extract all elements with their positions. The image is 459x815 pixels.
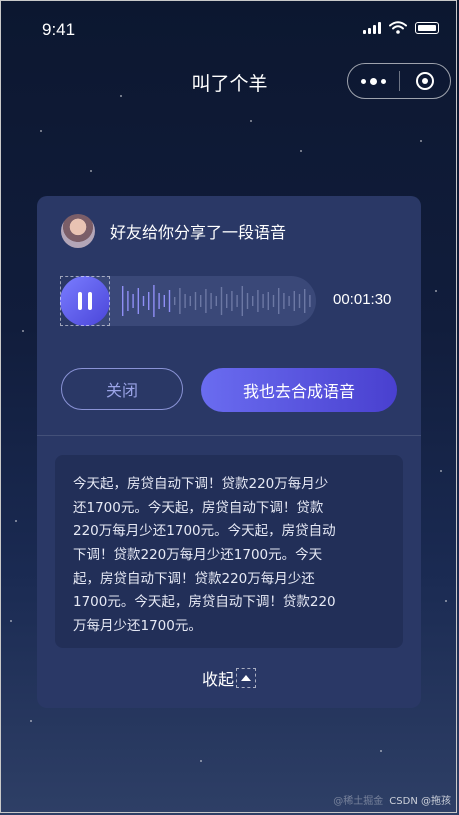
waveform-bar bbox=[205, 289, 207, 313]
transcript-box: 今天起，房贷自动下调！贷款220万每月少 还1700元。今天起，房贷自动下调！贷… bbox=[55, 455, 403, 648]
nav-bar: 叫了个羊 bbox=[0, 60, 459, 104]
transcript-line: 1700元。今天起，房贷自动下调！贷款220 bbox=[73, 594, 336, 611]
waveform-bar bbox=[309, 295, 311, 307]
audio-duration: 00:01:30 bbox=[333, 291, 392, 308]
waveform-bar bbox=[137, 288, 139, 314]
waveform-bar bbox=[122, 286, 124, 316]
waveform-bar bbox=[220, 287, 223, 315]
waveform-bar bbox=[267, 292, 269, 310]
audio-player[interactable] bbox=[60, 276, 316, 326]
waveform-bar bbox=[241, 286, 243, 316]
waveform-bar bbox=[262, 294, 264, 308]
waveform-bar bbox=[298, 294, 301, 308]
collapse-label: 收起 bbox=[201, 670, 234, 689]
signal-icon bbox=[363, 21, 381, 34]
waveform[interactable] bbox=[118, 276, 313, 326]
card-header: 好友给你分享了一段语音 bbox=[61, 214, 286, 248]
target-icon bbox=[415, 72, 434, 90]
waveform-bar bbox=[278, 288, 280, 314]
waveform-bar bbox=[168, 290, 171, 312]
close-button[interactable]: 关闭 bbox=[61, 368, 183, 410]
waveform-bar bbox=[153, 285, 155, 317]
waveform-bar bbox=[288, 296, 290, 306]
waveform-bar bbox=[272, 295, 275, 307]
waveform-bar bbox=[200, 295, 202, 307]
more-icon[interactable] bbox=[348, 77, 399, 85]
synthesize-voice-button[interactable]: 我也去合成语音 bbox=[201, 368, 397, 412]
transcript-line: 起，房贷自动下调！贷款220万每月少还 bbox=[73, 570, 315, 587]
watermark: @稀土掘金 CSDN @拖孩 bbox=[333, 792, 451, 807]
transcript-line: 万每月少还1700元。 bbox=[73, 618, 202, 635]
waveform-bar bbox=[179, 288, 181, 314]
collapse-button[interactable]: 收起 bbox=[37, 666, 421, 690]
waveform-bar bbox=[236, 295, 238, 307]
waveform-bar bbox=[304, 289, 306, 313]
voice-share-card: 好友给你分享了一段语音 00:01:30 关闭 我也去合成语音 今天起，房贷自动… bbox=[37, 196, 421, 708]
status-time: 9:41 bbox=[42, 20, 76, 39]
waveform-bar bbox=[163, 295, 165, 307]
transcript-line: 220万每月少还1700元。今天起，房贷自动 bbox=[73, 523, 336, 540]
exit-button[interactable] bbox=[399, 72, 450, 90]
waveform-bar bbox=[127, 291, 129, 311]
status-bar: 9:41 bbox=[0, 0, 459, 60]
divider bbox=[37, 435, 421, 436]
waveform-bar bbox=[184, 294, 186, 308]
avatar bbox=[61, 214, 95, 248]
battery-icon bbox=[415, 21, 439, 34]
waveform-bar bbox=[246, 293, 249, 309]
waveform-bar bbox=[148, 292, 150, 310]
waveform-bar bbox=[257, 290, 259, 312]
waveform-bar bbox=[210, 293, 212, 309]
transcript-line: 下调！贷款220万每月少还1700元。今天 bbox=[73, 547, 323, 564]
status-icons bbox=[363, 21, 439, 34]
watermark-main: CSDN @拖孩 bbox=[389, 796, 451, 807]
caret-up-icon bbox=[236, 668, 256, 688]
transcript-line: 今天起，房贷自动下调！贷款220万每月少 bbox=[73, 476, 329, 492]
focus-outline bbox=[60, 276, 110, 326]
waveform-bar bbox=[252, 296, 254, 306]
mini-program-capsule bbox=[347, 63, 451, 99]
wifi-icon bbox=[389, 21, 407, 34]
waveform-bar bbox=[194, 292, 197, 310]
share-message: 好友给你分享了一段语音 bbox=[110, 223, 287, 242]
waveform-bar bbox=[293, 291, 295, 311]
waveform-bar bbox=[226, 294, 228, 308]
waveform-bar bbox=[231, 291, 233, 311]
watermark-faint: @稀土掘金 bbox=[333, 796, 384, 807]
waveform-bar bbox=[189, 296, 191, 306]
waveform-bar bbox=[142, 296, 145, 306]
waveform-bar bbox=[283, 293, 285, 309]
transcript-line: 还1700元。今天起，房贷自动下调！贷款 bbox=[73, 499, 324, 516]
waveform-bar bbox=[215, 296, 217, 306]
waveform-bar bbox=[158, 293, 160, 309]
waveform-bar bbox=[174, 297, 176, 305]
waveform-bar bbox=[132, 294, 134, 308]
